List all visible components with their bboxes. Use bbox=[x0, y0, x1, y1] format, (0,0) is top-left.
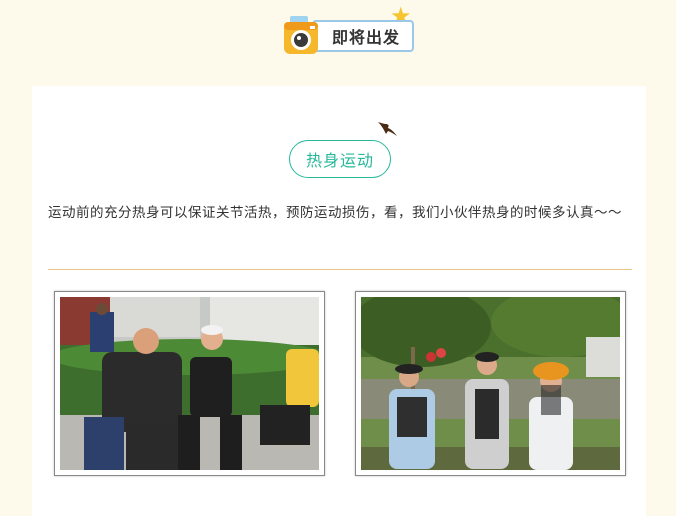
intro-text: 运动前的充分热身可以保证关节活热，预防运动损伤，看，我们小伙伴热身的时候多认真～… bbox=[48, 205, 622, 221]
page-title: 即将出发 bbox=[332, 28, 401, 47]
warmup-photo-right bbox=[355, 291, 626, 476]
camera-icon bbox=[284, 16, 318, 54]
warmup-photo-left bbox=[54, 291, 325, 476]
title-badge: 即将出发 bbox=[312, 20, 415, 52]
bird-icon bbox=[378, 122, 397, 136]
divider bbox=[48, 269, 632, 270]
header-badge: ★ 即将出发 bbox=[282, 4, 422, 58]
section-heading: 热身运动 bbox=[289, 140, 391, 178]
